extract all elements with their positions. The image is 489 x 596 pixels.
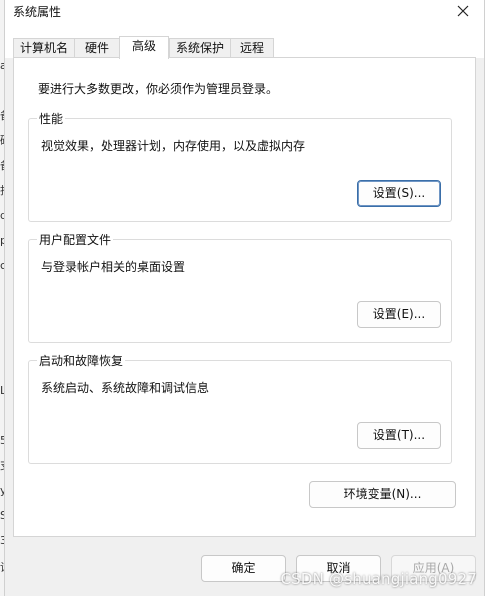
user-profiles-group-description: 与登录帐户相关的桌面设置 (41, 260, 186, 274)
environment-variables-button[interactable]: 环境变量(N)... (309, 481, 456, 508)
user-profiles-group-title: 用户配置文件 (37, 231, 114, 248)
tab-hardware[interactable]: 硬件 (74, 38, 120, 58)
ok-button[interactable]: 确定 (201, 555, 286, 582)
tab-strip: 计算机名 硬件 高级 系统保护 远程 (5, 30, 484, 59)
close-button[interactable] (448, 0, 478, 22)
system-properties-dialog: 系统属性 计算机名 硬件 高级 系统保护 远程 要进行大多数更改，你必须作为管理… (4, 0, 485, 596)
tab-advanced[interactable]: 高级 (119, 36, 169, 59)
admin-notice: 要进行大多数更改，你必须作为管理员登录。 (38, 82, 279, 96)
tab-computer-name[interactable]: 计算机名 (13, 38, 75, 58)
performance-group-title: 性能 (37, 110, 66, 127)
user-profiles-settings-button[interactable]: 设置(E)... (357, 301, 441, 328)
performance-group-description: 视觉效果，处理器计划，内存使用，以及虚拟内存 (41, 139, 306, 153)
title-bar: 系统属性 (5, 0, 484, 30)
startup-recovery-settings-button[interactable]: 设置(T)... (357, 422, 441, 449)
user-profiles-group: 用户配置文件 与登录帐户相关的桌面设置 设置(E)... (28, 231, 452, 343)
startup-recovery-group-title: 启动和故障恢复 (37, 352, 126, 369)
performance-group: 性能 视觉效果，处理器计划，内存使用，以及虚拟内存 设置(S)... (28, 110, 452, 222)
tab-system-protection[interactable]: 系统保护 (169, 38, 231, 58)
performance-settings-button[interactable]: 设置(S)... (357, 180, 441, 207)
tab-remote[interactable]: 远程 (230, 38, 274, 58)
advanced-tab-panel: 要进行大多数更改，你必须作为管理员登录。 性能 视觉效果，处理器计划，内存使用，… (13, 57, 476, 537)
csdn-watermark: CSDN @shuangjiang0927 (280, 570, 477, 588)
startup-recovery-group-description: 系统启动、系统故障和调试信息 (41, 381, 210, 395)
window-title: 系统属性 (13, 5, 62, 19)
close-icon (457, 5, 469, 17)
startup-recovery-group: 启动和故障恢复 系统启动、系统故障和调试信息 设置(T)... (28, 352, 452, 464)
